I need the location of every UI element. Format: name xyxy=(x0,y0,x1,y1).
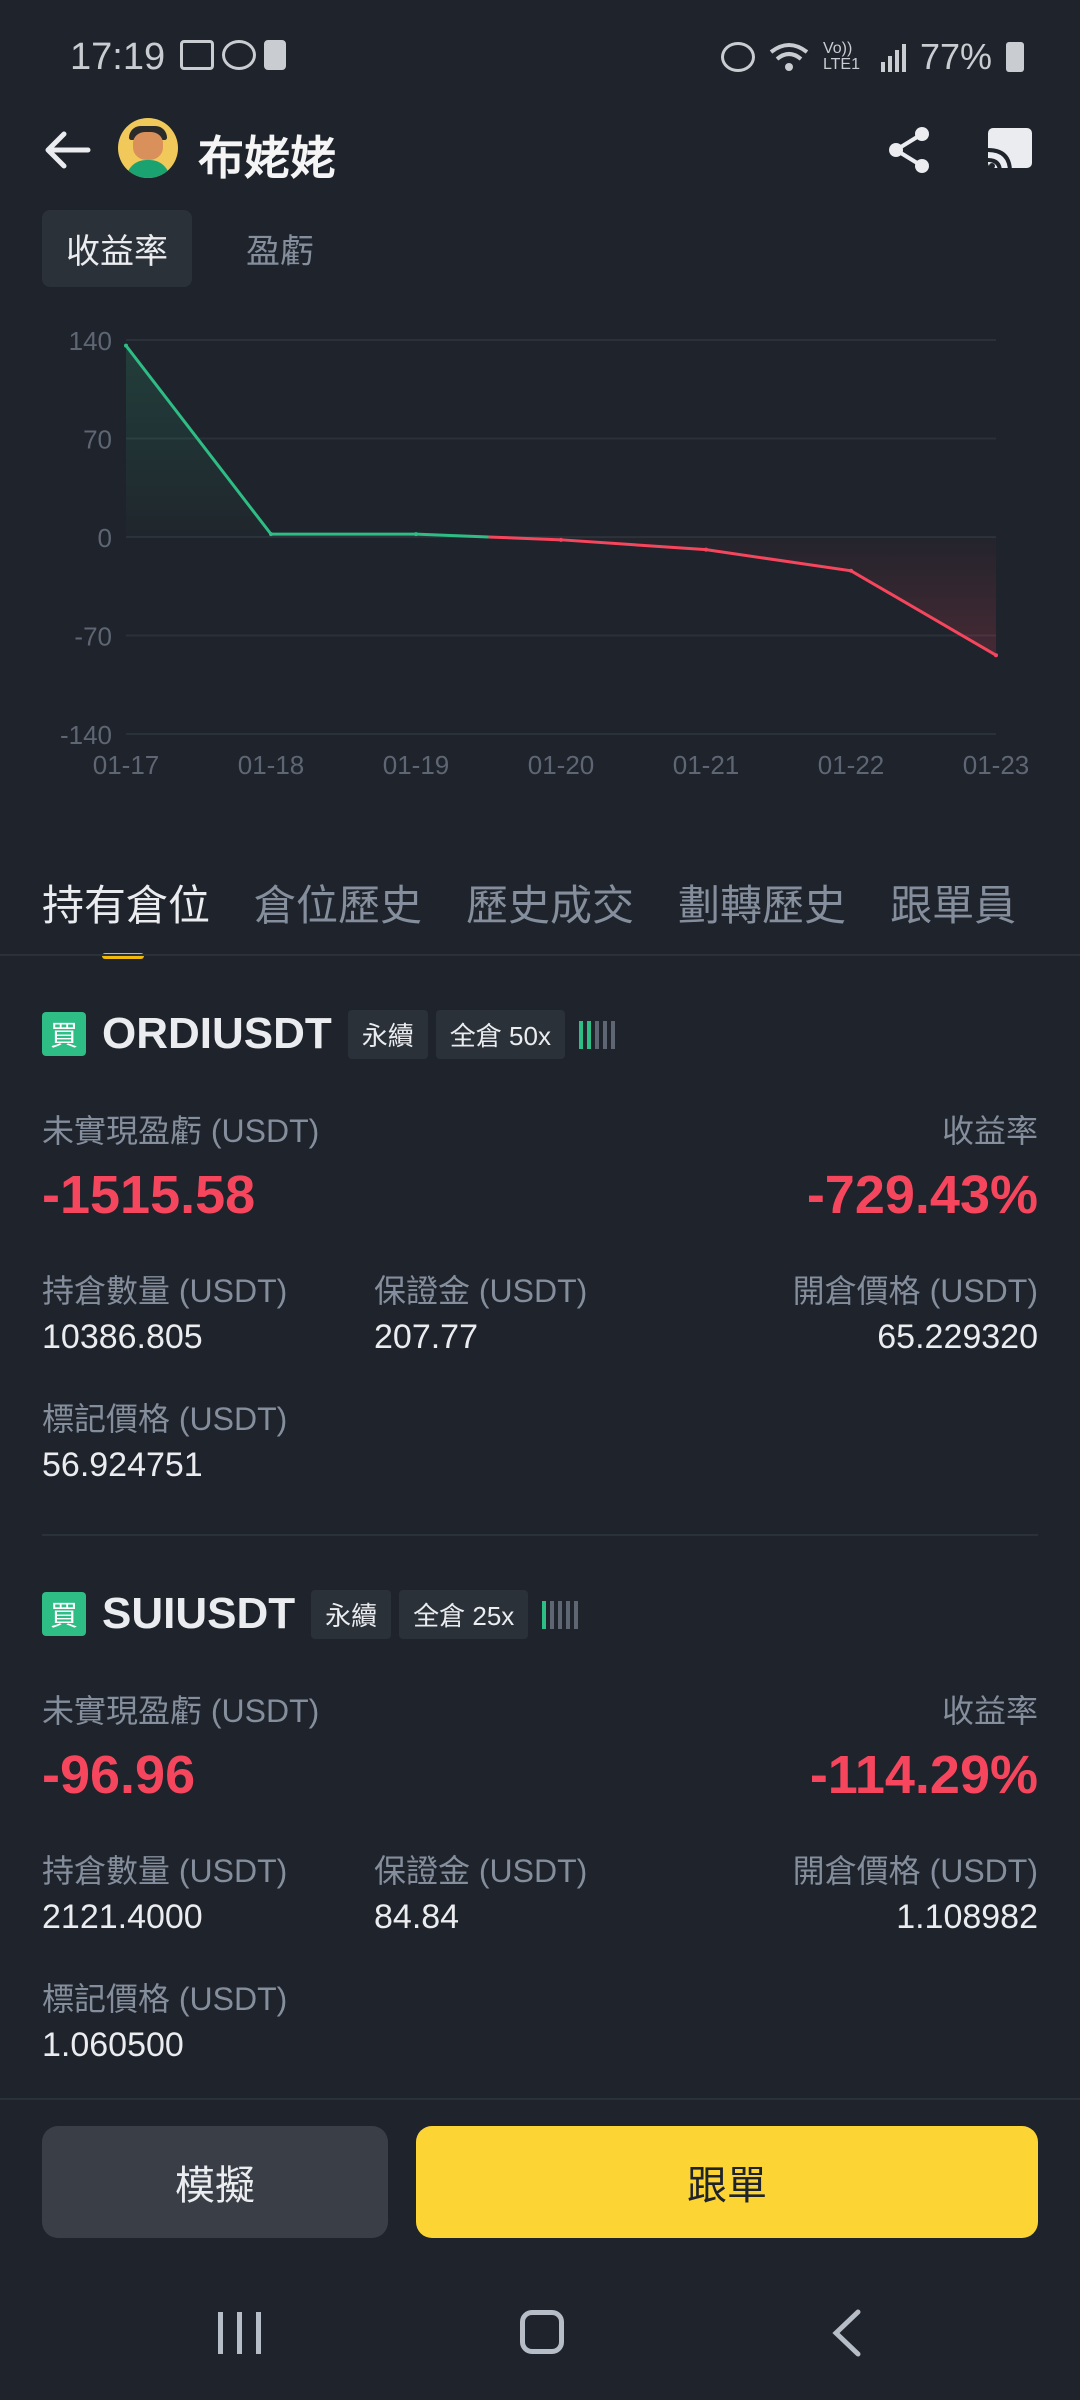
header: 布姥姥 xyxy=(0,110,1080,190)
status-bar: 17:19 Vo)) LTE1 77% xyxy=(0,0,1080,118)
margin-label: 保證金 (USDT) xyxy=(374,1853,588,1889)
roe-value: -114.29% xyxy=(809,1745,1038,1805)
y-tick-label: 140 xyxy=(69,326,112,356)
alarm-icon xyxy=(720,42,755,72)
roe-label: 收益率 xyxy=(941,1693,1038,1729)
user-name: 布姥姥 xyxy=(198,132,336,184)
unrealized-pnl-value: -1515.58 xyxy=(42,1165,256,1225)
x-tick-label: 01-19 xyxy=(383,750,450,780)
mark-price-value: 56.924751 xyxy=(42,1446,203,1484)
data-point xyxy=(849,568,853,573)
battery-icon xyxy=(1006,42,1024,72)
tab-pnl[interactable]: 盈虧 xyxy=(222,210,338,287)
data-point xyxy=(124,343,128,348)
type-tag: 永續 xyxy=(347,1009,428,1059)
tab-trade-history[interactable]: 歷史成交 xyxy=(466,872,634,959)
roe-value: -729.43% xyxy=(806,1165,1038,1225)
avatar xyxy=(118,118,178,178)
x-tick-label: 01-23 xyxy=(963,750,1030,780)
sd-card-icon xyxy=(264,40,286,70)
card-divider xyxy=(42,1534,1038,1536)
x-tick-label: 01-20 xyxy=(528,750,595,780)
position-card[interactable]: 買 ORDIUSDT 永續 全倉 50x 未實現盈虧 (USDT) 收益率 -1… xyxy=(42,1004,1038,1484)
position-size-value: 10386.805 xyxy=(42,1318,203,1356)
mark-price-label: 標記價格 (USDT) xyxy=(42,1401,288,1437)
tab-open-positions[interactable]: 持有倉位 xyxy=(42,872,210,959)
copy-trade-button[interactable]: 跟單 xyxy=(416,2126,1038,2238)
y-tick-label: -140 xyxy=(60,720,112,750)
x-tick-label: 01-21 xyxy=(673,750,740,780)
system-nav-bar xyxy=(0,2300,1080,2370)
simulate-button[interactable]: 模擬 xyxy=(42,2126,388,2238)
data-point xyxy=(994,653,998,658)
leverage-level-icon xyxy=(578,1019,615,1049)
network-label: Vo)) LTE1 xyxy=(822,40,860,73)
buy-badge: 買 xyxy=(42,1012,86,1056)
type-tag: 永續 xyxy=(311,1589,392,1639)
back-arrow-icon[interactable] xyxy=(40,122,96,178)
tab-position-history[interactable]: 倉位歷史 xyxy=(254,872,422,959)
position-size-value: 2121.4000 xyxy=(42,1898,203,1936)
y-tick-label: -70 xyxy=(74,622,112,652)
mark-price-value: 1.060500 xyxy=(42,2026,184,2064)
unrealized-pnl-value: -96.96 xyxy=(42,1745,196,1805)
position-size-label: 持倉數量 (USDT) xyxy=(42,1273,288,1309)
data-point xyxy=(559,537,563,542)
y-tick-label: 70 xyxy=(83,425,112,455)
symbol: SUIUSDT xyxy=(102,1589,296,1638)
symbol: ORDIUSDT xyxy=(102,1009,332,1058)
position-size-label: 持倉數量 (USDT) xyxy=(42,1853,288,1889)
x-tick-label: 01-17 xyxy=(93,750,160,780)
position-tabs: 持有倉位 倉位歷史 歷史成交 劃轉歷史 跟單員 xyxy=(42,872,1016,959)
margin-tag: 全倉 50x xyxy=(435,1009,565,1059)
tab-transfer-history[interactable]: 劃轉歷史 xyxy=(678,872,846,959)
chat-icon xyxy=(222,40,256,70)
margin-value: 207.77 xyxy=(374,1318,478,1356)
roe-label: 收益率 xyxy=(941,1113,1038,1149)
cast-icon[interactable] xyxy=(984,124,1036,176)
entry-price-value: 65.229320 xyxy=(877,1318,1038,1356)
margin-tag: 全倉 25x xyxy=(399,1589,529,1639)
entry-price-label: 開倉價格 (USDT) xyxy=(792,1273,1038,1309)
gmail-icon xyxy=(180,40,214,70)
unrealized-pnl-label: 未實現盈虧 (USDT) xyxy=(42,1693,320,1729)
margin-value: 84.84 xyxy=(374,1898,460,1936)
entry-price-label: 開倉價格 (USDT) xyxy=(792,1853,1038,1889)
margin-label: 保證金 (USDT) xyxy=(374,1273,588,1309)
signal-icon xyxy=(880,42,906,72)
x-tick-label: 01-18 xyxy=(238,750,305,780)
position-card[interactable]: 買 SUIUSDT 永續 全倉 25x 未實現盈虧 (USDT) 收益率 -96… xyxy=(42,1584,1038,2064)
y-tick-label: 0 xyxy=(98,523,112,553)
unrealized-pnl-label: 未實現盈虧 (USDT) xyxy=(42,1113,320,1149)
data-point xyxy=(269,532,273,537)
roe-line-chart: 140 70 0 -70 -14001-17 01-18 01-19 01-20 01-21 01… xyxy=(60,326,1030,780)
tabs-divider xyxy=(0,954,1080,956)
recents-icon[interactable] xyxy=(218,2312,261,2354)
tab-copy-traders[interactable]: 跟單員 xyxy=(890,872,1016,959)
system-back-icon[interactable] xyxy=(826,2308,870,2358)
status-time: 17:19 xyxy=(70,36,166,78)
data-point xyxy=(704,547,708,552)
share-icon[interactable] xyxy=(884,124,936,176)
data-point xyxy=(414,532,418,537)
battery-percent: 77% xyxy=(919,36,992,77)
chart-tabs: 收益率 盈虧 xyxy=(42,210,338,287)
wifi-icon xyxy=(769,43,809,71)
entry-price-value: 1.108982 xyxy=(896,1898,1038,1936)
tab-roe[interactable]: 收益率 xyxy=(42,210,192,287)
leverage-level-icon xyxy=(542,1599,579,1629)
home-icon[interactable] xyxy=(520,2310,564,2354)
positive-area xyxy=(126,345,489,537)
mark-price-label: 標記價格 (USDT) xyxy=(42,1981,288,2017)
x-tick-label: 01-22 xyxy=(818,750,885,780)
buy-badge: 買 xyxy=(42,1592,86,1636)
